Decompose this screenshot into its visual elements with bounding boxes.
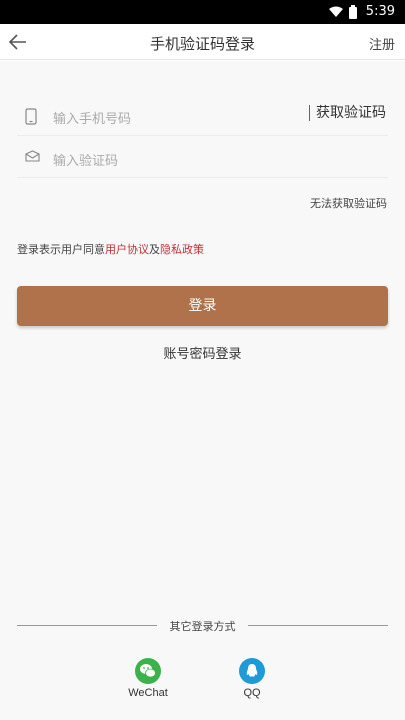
wifi-icon	[329, 6, 343, 17]
phone-icon	[25, 108, 37, 125]
code-input[interactable]: 输入验证码	[53, 150, 118, 169]
code-input-row[interactable]: 输入验证码	[17, 138, 388, 178]
login-content: 输入手机号码 获取验证码 输入验证码 无法获取验证码 登录表示用户同意用户协议及…	[0, 61, 405, 720]
other-login-title: 其它登录方式	[169, 620, 236, 633]
wechat-icon	[135, 658, 161, 684]
qq-login-button[interactable]: QQ	[222, 658, 282, 699]
register-link[interactable]: 注册	[369, 34, 395, 53]
wechat-label: WeChat	[128, 687, 168, 699]
phone-input[interactable]: 输入手机号码	[53, 108, 131, 127]
cant-get-code-link[interactable]: 无法获取验证码	[310, 195, 387, 211]
user-agreement-link[interactable]: 用户协议	[105, 243, 149, 256]
qq-label: QQ	[243, 687, 261, 699]
navigation-bar: 手机验证码登录 注册	[0, 24, 405, 60]
wechat-login-button[interactable]: WeChat	[118, 658, 178, 699]
qq-icon	[239, 658, 265, 684]
password-login-link[interactable]: 账号密码登录	[0, 343, 405, 362]
agreement-prefix: 登录表示用户同意	[17, 243, 105, 256]
agreement-text: 登录表示用户同意用户协议及隐私政策	[17, 241, 204, 257]
status-bar: 5:39	[0, 0, 405, 24]
login-button[interactable]: 登录	[17, 286, 388, 326]
phone-input-row[interactable]: 输入手机号码 获取验证码	[17, 96, 388, 136]
get-code-button[interactable]: 获取验证码	[309, 105, 386, 121]
status-time: 5:39	[365, 4, 395, 19]
page-title: 手机验证码登录	[149, 35, 255, 53]
envelope-icon	[25, 150, 40, 162]
other-login-divider: 其它登录方式	[17, 618, 388, 633]
divider-line-right	[248, 625, 388, 626]
privacy-policy-link[interactable]: 隐私政策	[160, 243, 204, 256]
agreement-and: 及	[149, 243, 160, 256]
battery-icon	[349, 5, 357, 19]
